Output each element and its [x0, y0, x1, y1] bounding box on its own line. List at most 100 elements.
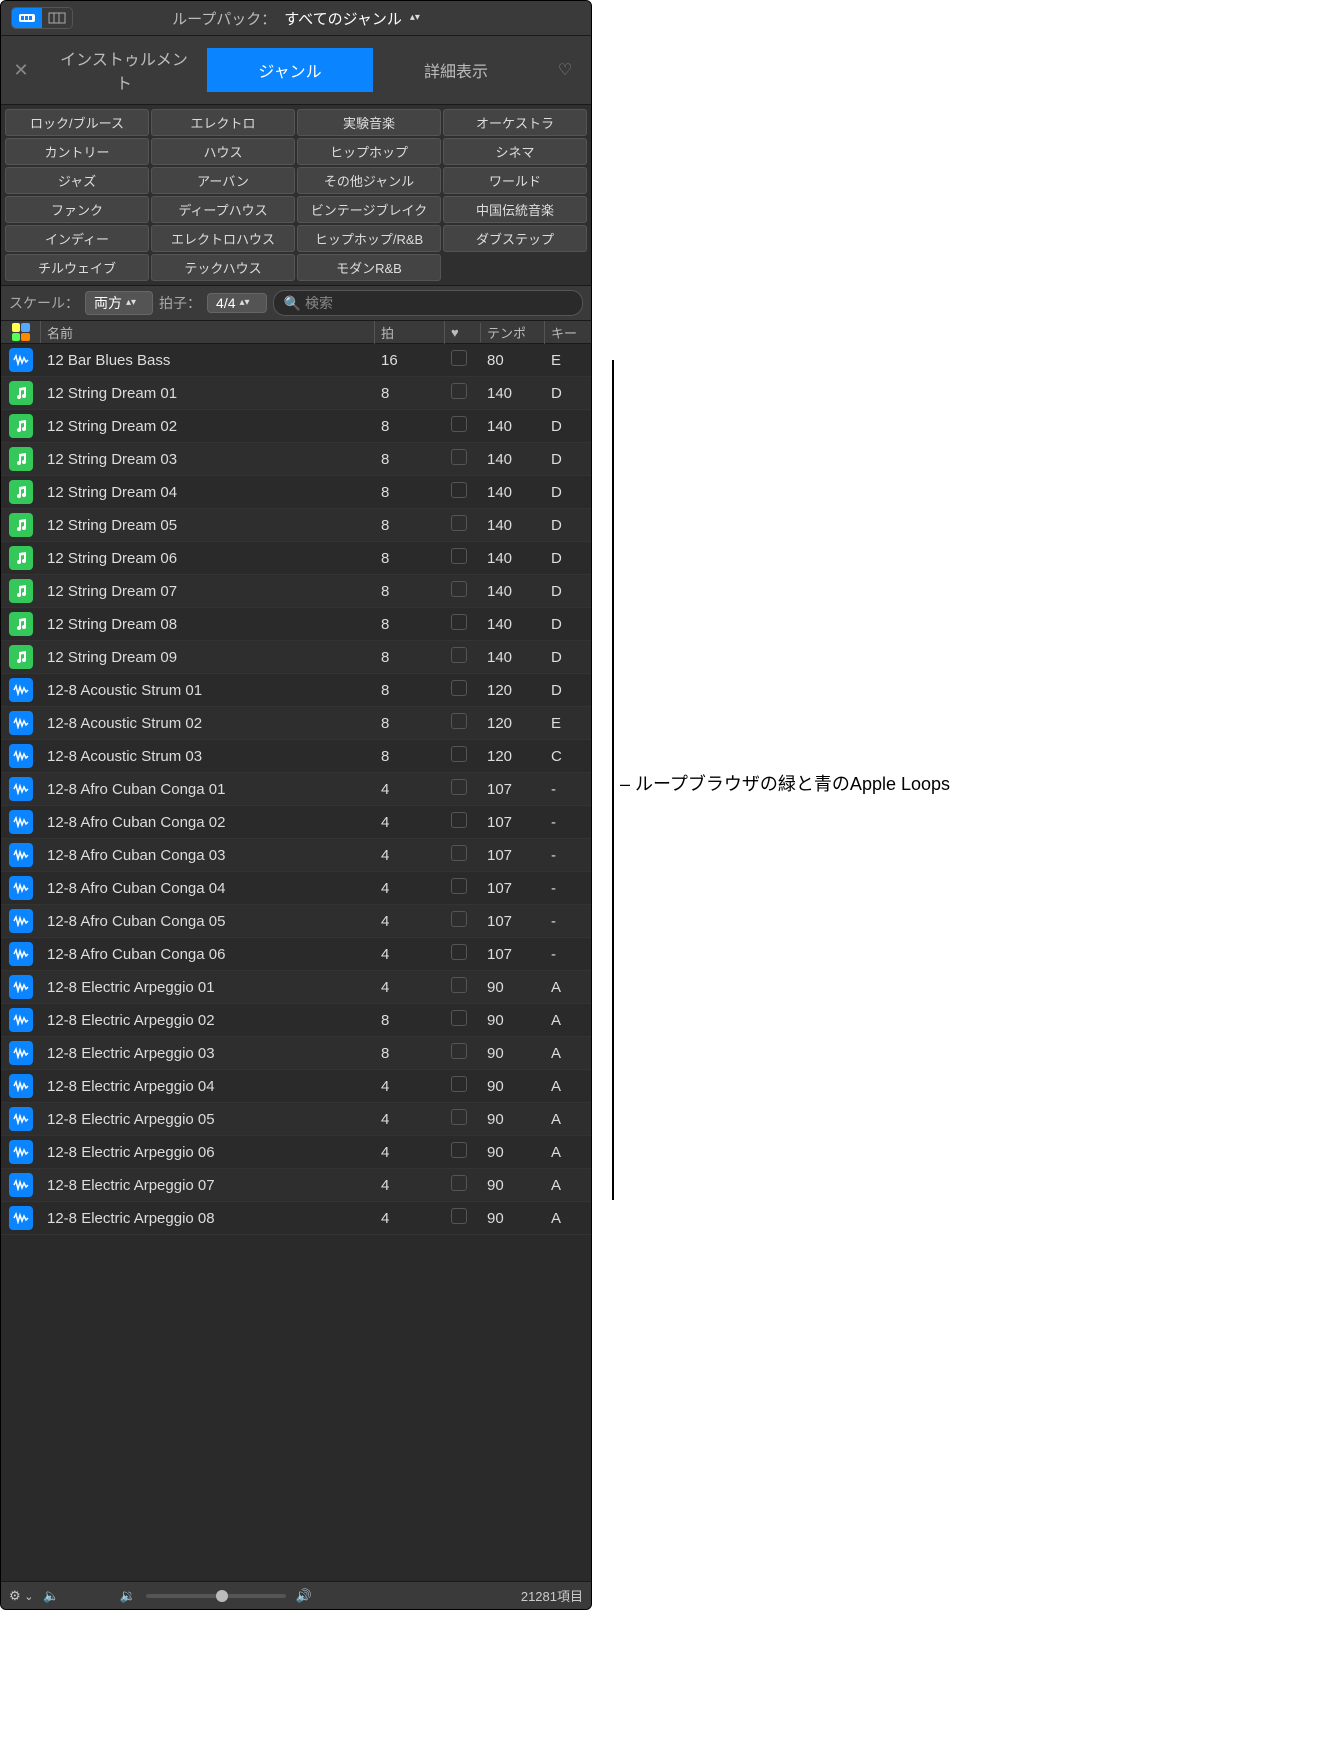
genre-button[interactable]: その他ジャンル	[297, 167, 441, 194]
loop-favorite[interactable]	[445, 1109, 481, 1129]
loop-favorite[interactable]	[445, 746, 481, 766]
loop-name: 12-8 Electric Arpeggio 02	[41, 1012, 375, 1029]
column-name[interactable]: 名前	[41, 321, 375, 344]
genre-button[interactable]: テックハウス	[151, 254, 295, 281]
table-row[interactable]: 12-8 Electric Arpeggio 01490A	[1, 971, 591, 1004]
genre-button[interactable]: ロック/ブルース	[5, 109, 149, 136]
tab-instrument[interactable]: インストゥルメント	[41, 36, 207, 104]
table-row[interactable]: 12 String Dream 078140D	[1, 575, 591, 608]
genre-button[interactable]: インディー	[5, 225, 149, 252]
genre-button[interactable]: ワールド	[443, 167, 587, 194]
table-row[interactable]: 12 String Dream 018140D	[1, 377, 591, 410]
table-row[interactable]: 12-8 Electric Arpeggio 07490A	[1, 1169, 591, 1202]
search-input[interactable]: 🔍 検索	[273, 290, 583, 316]
gear-icon[interactable]: ⚙︎ ⌄	[9, 1588, 33, 1604]
loop-favorite[interactable]	[445, 482, 481, 502]
loop-favorite[interactable]	[445, 713, 481, 733]
close-icon[interactable]: ✕	[1, 60, 41, 81]
loop-favorite[interactable]	[445, 878, 481, 898]
loop-favorite[interactable]	[445, 944, 481, 964]
loop-favorite[interactable]	[445, 581, 481, 601]
loop-favorite[interactable]	[445, 1043, 481, 1063]
scale-select[interactable]: 両方 ▴▾	[85, 291, 153, 315]
loop-list[interactable]: 12 Bar Blues Bass1680E12 String Dream 01…	[1, 344, 591, 1581]
table-row[interactable]: 12-8 Electric Arpeggio 03890A	[1, 1037, 591, 1070]
genre-button[interactable]: エレクトロ	[151, 109, 295, 136]
loop-pack-selector[interactable]: ループパック： すべてのジャンル ▴▾	[172, 8, 420, 29]
table-row[interactable]: 12-8 Afro Cuban Conga 044107-	[1, 872, 591, 905]
loop-favorite[interactable]	[445, 647, 481, 667]
table-row[interactable]: 12-8 Afro Cuban Conga 014107-	[1, 773, 591, 806]
loop-favorite[interactable]	[445, 1175, 481, 1195]
table-row[interactable]: 12-8 Electric Arpeggio 05490A	[1, 1103, 591, 1136]
genre-button[interactable]: チルウェイブ	[5, 254, 149, 281]
volume-slider[interactable]	[146, 1594, 286, 1598]
table-row[interactable]: 12 String Dream 068140D	[1, 542, 591, 575]
loop-pack-value-dropdown[interactable]: すべてのジャンル ▴▾	[284, 8, 420, 29]
table-row[interactable]: 12 String Dream 058140D	[1, 509, 591, 542]
table-row[interactable]: 12-8 Electric Arpeggio 04490A	[1, 1070, 591, 1103]
tab-genre[interactable]: ジャンル	[207, 48, 373, 92]
table-row[interactable]: 12-8 Afro Cuban Conga 054107-	[1, 905, 591, 938]
loop-favorite[interactable]	[445, 350, 481, 370]
genre-button[interactable]: シネマ	[443, 138, 587, 165]
genre-button[interactable]: ヒップホップ/R&B	[297, 225, 441, 252]
table-row[interactable]: 12-8 Acoustic Strum 038120C	[1, 740, 591, 773]
loop-favorite[interactable]	[445, 680, 481, 700]
genre-button[interactable]: エレクトロハウス	[151, 225, 295, 252]
loop-favorite[interactable]	[445, 779, 481, 799]
genre-button[interactable]: アーバン	[151, 167, 295, 194]
table-row[interactable]: 12 Bar Blues Bass1680E	[1, 344, 591, 377]
table-row[interactable]: 12 String Dream 028140D	[1, 410, 591, 443]
table-row[interactable]: 12-8 Afro Cuban Conga 024107-	[1, 806, 591, 839]
table-row[interactable]: 12-8 Electric Arpeggio 06490A	[1, 1136, 591, 1169]
tab-detail[interactable]: 詳細表示	[373, 48, 539, 92]
table-row[interactable]: 12 String Dream 098140D	[1, 641, 591, 674]
view-column-button[interactable]	[42, 8, 72, 28]
column-key[interactable]: キー	[545, 321, 591, 344]
table-row[interactable]: 12-8 Acoustic Strum 018120D	[1, 674, 591, 707]
genre-button[interactable]: ディープハウス	[151, 196, 295, 223]
beat-select[interactable]: 4/4 ▴▾	[207, 293, 267, 313]
color-filter-icon[interactable]	[1, 321, 41, 343]
column-beats[interactable]: 拍	[375, 321, 445, 344]
table-row[interactable]: 12 String Dream 048140D	[1, 476, 591, 509]
table-row[interactable]: 12-8 Afro Cuban Conga 064107-	[1, 938, 591, 971]
volume-min-icon[interactable]: 🔈	[43, 1588, 59, 1604]
genre-button[interactable]: 中国伝統音楽	[443, 196, 587, 223]
view-button-button[interactable]	[12, 8, 42, 28]
loop-favorite[interactable]	[445, 515, 481, 535]
genre-button[interactable]: 実験音楽	[297, 109, 441, 136]
loop-favorite[interactable]	[445, 845, 481, 865]
table-row[interactable]: 12-8 Acoustic Strum 028120E	[1, 707, 591, 740]
genre-button[interactable]: ハウス	[151, 138, 295, 165]
genre-button[interactable]: ジャズ	[5, 167, 149, 194]
favorites-icon[interactable]: ♡	[545, 60, 585, 80]
genre-button[interactable]: オーケストラ	[443, 109, 587, 136]
loop-favorite[interactable]	[445, 1010, 481, 1030]
genre-button[interactable]: ビンテージブレイク	[297, 196, 441, 223]
genre-button[interactable]: ダブステップ	[443, 225, 587, 252]
genre-button[interactable]: ヒップホップ	[297, 138, 441, 165]
column-favorite[interactable]: ♥	[445, 323, 481, 342]
table-row[interactable]: 12 String Dream 088140D	[1, 608, 591, 641]
loop-favorite[interactable]	[445, 416, 481, 436]
loop-favorite[interactable]	[445, 911, 481, 931]
loop-favorite[interactable]	[445, 383, 481, 403]
table-row[interactable]: 12-8 Electric Arpeggio 02890A	[1, 1004, 591, 1037]
table-row[interactable]: 12 String Dream 038140D	[1, 443, 591, 476]
loop-favorite[interactable]	[445, 1076, 481, 1096]
table-row[interactable]: 12-8 Electric Arpeggio 08490A	[1, 1202, 591, 1235]
table-row[interactable]: 12-8 Afro Cuban Conga 034107-	[1, 839, 591, 872]
genre-button[interactable]: モダンR&B	[297, 254, 441, 281]
loop-favorite[interactable]	[445, 1142, 481, 1162]
loop-favorite[interactable]	[445, 449, 481, 469]
loop-favorite[interactable]	[445, 1208, 481, 1228]
loop-favorite[interactable]	[445, 614, 481, 634]
loop-favorite[interactable]	[445, 548, 481, 568]
genre-button[interactable]: カントリー	[5, 138, 149, 165]
loop-favorite[interactable]	[445, 977, 481, 997]
loop-favorite[interactable]	[445, 812, 481, 832]
column-tempo[interactable]: テンポ	[481, 321, 545, 344]
genre-button[interactable]: ファンク	[5, 196, 149, 223]
